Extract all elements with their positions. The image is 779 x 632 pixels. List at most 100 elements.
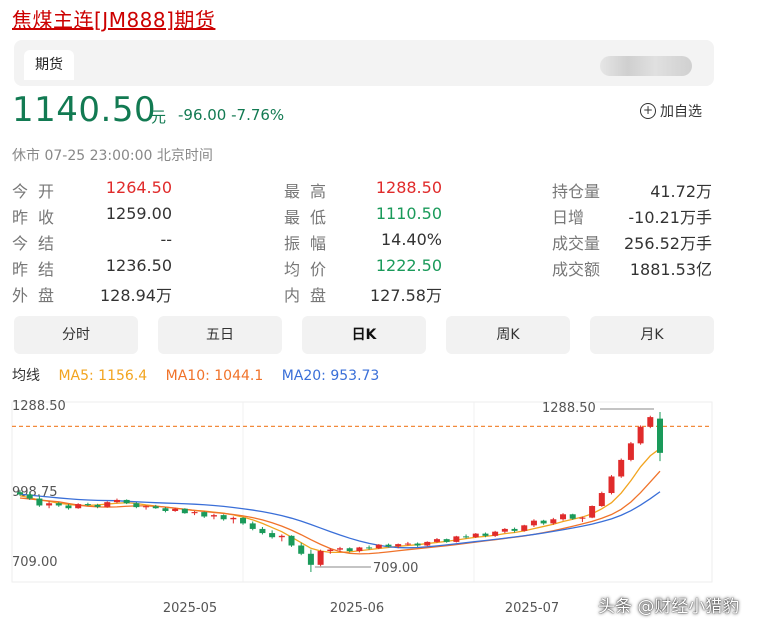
period-tab[interactable]: 日K xyxy=(302,316,426,354)
candle-body xyxy=(453,536,460,542)
stat-value: 1222.50 xyxy=(375,256,442,275)
candle-body xyxy=(346,548,353,552)
candle-body xyxy=(46,503,53,506)
candle-body xyxy=(220,515,227,520)
candle-body xyxy=(36,498,43,506)
period-tab[interactable]: 月K xyxy=(590,316,714,354)
stat-label: 今结 xyxy=(12,234,65,253)
stat-value: 1881.53亿 xyxy=(629,260,712,279)
add-watchlist-button[interactable]: + 加自选 xyxy=(640,101,702,121)
candle-body xyxy=(637,426,644,444)
candle-body xyxy=(657,418,663,453)
stat-value: -- xyxy=(160,230,172,249)
candle-body xyxy=(569,514,576,519)
candle-body xyxy=(366,547,373,549)
x-tick-label: 2025-05 xyxy=(163,601,217,616)
candle-body xyxy=(26,494,33,499)
watermark: 头条 @财经小猎豹 xyxy=(598,597,740,617)
candle-body xyxy=(424,541,431,546)
ma-legend: 均线 MA5: 1156.4 MA10: 1044.1 MA20: 953.73 xyxy=(12,365,393,385)
stat-label: 内盘 xyxy=(284,286,337,305)
page-title[interactable]: 焦煤主连[JM888]期货 xyxy=(12,4,215,33)
candle-body xyxy=(433,539,440,542)
candle-body xyxy=(627,443,634,460)
candle-body xyxy=(210,515,217,517)
stat-label: 日增 xyxy=(552,208,585,227)
candle-body xyxy=(113,499,120,503)
candle-body xyxy=(560,514,567,520)
stat-label: 成交额 xyxy=(552,260,601,279)
candle-body xyxy=(288,535,295,546)
ma5-value: MA5: 1156.4 xyxy=(58,368,148,384)
period-tabs: 分时 五日 日K 周K 月K xyxy=(14,316,714,354)
candle-body xyxy=(94,504,101,507)
stat-label: 持仓量 xyxy=(552,182,601,201)
stat-value: 41.72万 xyxy=(650,182,712,201)
stat-value: 256.52万手 xyxy=(624,234,712,253)
blurred-search-pill[interactable] xyxy=(600,56,692,76)
candle-body xyxy=(540,520,547,524)
candle-body xyxy=(17,492,23,495)
price-unit: 元 xyxy=(151,108,167,126)
period-tab[interactable]: 五日 xyxy=(158,316,282,354)
stat-label: 均价 xyxy=(284,260,337,279)
candle-body xyxy=(589,506,596,518)
candle-body xyxy=(647,417,654,427)
period-tab[interactable]: 分时 xyxy=(14,316,138,354)
stat-label: 成交量 xyxy=(552,234,601,253)
ma-label: 均线 xyxy=(12,368,40,384)
tab-bar: 期货 xyxy=(14,40,714,86)
candle-body xyxy=(327,549,334,552)
stat-label: 昨结 xyxy=(12,260,65,279)
add-watchlist-label: 加自选 xyxy=(660,104,702,120)
y-tick-label: 709.00 xyxy=(12,555,58,570)
candle-body xyxy=(133,503,140,508)
candle-body xyxy=(414,543,421,546)
candle-body xyxy=(278,535,285,538)
stat-label: 外盘 xyxy=(12,286,65,305)
candle-body xyxy=(375,544,382,549)
x-tick-label: 2025-07 xyxy=(505,601,559,616)
low-annotation-label: 709.00 xyxy=(373,561,419,576)
candle-body xyxy=(521,525,528,531)
candle-body xyxy=(152,506,159,509)
candle-body xyxy=(307,553,314,565)
price-change: -96.00 -7.76% xyxy=(178,106,285,124)
candle-body xyxy=(298,545,305,554)
ma20-value: MA20: 953.73 xyxy=(281,368,380,384)
candle-body xyxy=(337,548,343,550)
candle-body xyxy=(55,503,62,506)
candle-body xyxy=(618,459,625,477)
candle-body xyxy=(385,544,392,547)
candle-body xyxy=(598,493,605,507)
period-tab[interactable]: 周K xyxy=(446,316,570,354)
stat-label: 最低 xyxy=(284,208,337,227)
candle-body xyxy=(395,544,402,547)
candle-body xyxy=(550,519,557,524)
stat-value: 1259.00 xyxy=(105,204,172,223)
candle-body xyxy=(249,523,256,529)
candle-body xyxy=(317,551,324,565)
plus-circle-icon: + xyxy=(640,103,656,119)
candle-body xyxy=(404,543,411,545)
candle-body xyxy=(356,547,363,552)
candle-body xyxy=(472,533,479,538)
candle-body xyxy=(162,508,169,511)
chart-frame xyxy=(11,401,713,583)
stat-value: 14.40% xyxy=(380,230,442,249)
candle-body xyxy=(123,499,130,504)
candle-body xyxy=(191,512,198,514)
candle-body xyxy=(172,508,179,511)
stat-value: 128.94万 xyxy=(100,286,172,305)
tab-futures[interactable]: 期货 xyxy=(24,50,74,80)
stat-value: 127.58万 xyxy=(370,286,442,305)
candle-body xyxy=(84,504,91,506)
candle-body xyxy=(269,533,276,538)
stat-value: -10.21万手 xyxy=(628,208,712,227)
candle-body xyxy=(75,504,82,509)
y-tick-label: 1288.50 xyxy=(12,399,66,414)
candle-body xyxy=(482,533,489,536)
candle-body xyxy=(492,531,499,536)
candle-body xyxy=(463,536,470,538)
candle-body xyxy=(259,528,266,534)
